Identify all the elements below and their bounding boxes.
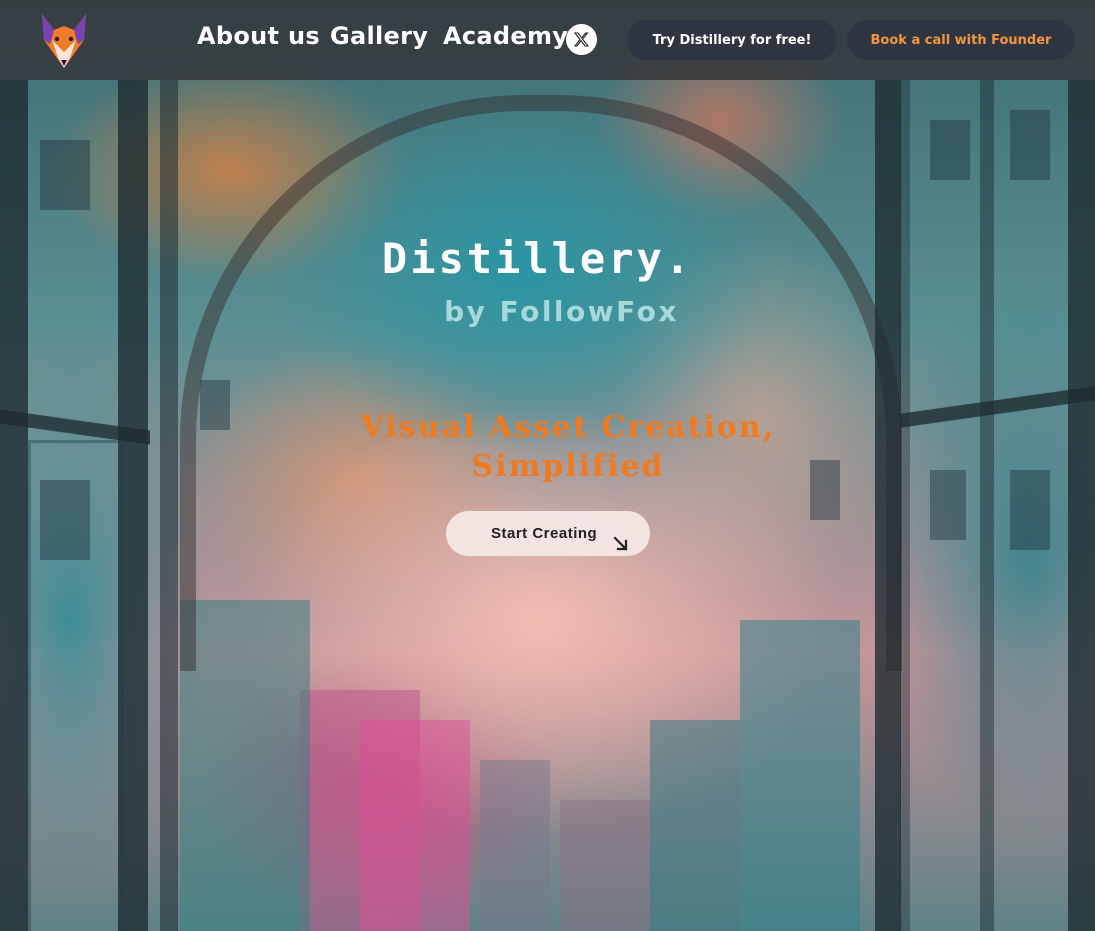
nav-link-academy[interactable]: Academy <box>443 22 568 50</box>
start-creating-label: Start Creating <box>491 525 598 542</box>
arrow-down-right-icon <box>613 536 628 551</box>
tagline-line-1: Visual Asset Creation, <box>360 410 776 445</box>
hero-title: Distillery. <box>381 234 694 283</box>
nav-link-gallery[interactable]: Gallery <box>330 22 428 50</box>
tagline-line-2: Simplified <box>471 449 665 484</box>
fox-logo-icon <box>42 14 86 68</box>
followfox-logo[interactable] <box>36 10 92 72</box>
nav-link-about-us[interactable]: About us <box>197 22 320 50</box>
x-twitter-button[interactable] <box>566 24 597 55</box>
book-call-button[interactable]: Book a call with Founder <box>847 20 1075 60</box>
top-navbar: About us Gallery Academy Try Distillery … <box>0 0 1095 80</box>
x-twitter-icon <box>574 32 589 47</box>
hero-subtitle: by FollowFox <box>444 295 679 328</box>
try-distillery-button[interactable]: Try Distillery for free! <box>627 20 837 60</box>
hero-tagline: Visual Asset Creation, Simplified <box>340 408 796 486</box>
